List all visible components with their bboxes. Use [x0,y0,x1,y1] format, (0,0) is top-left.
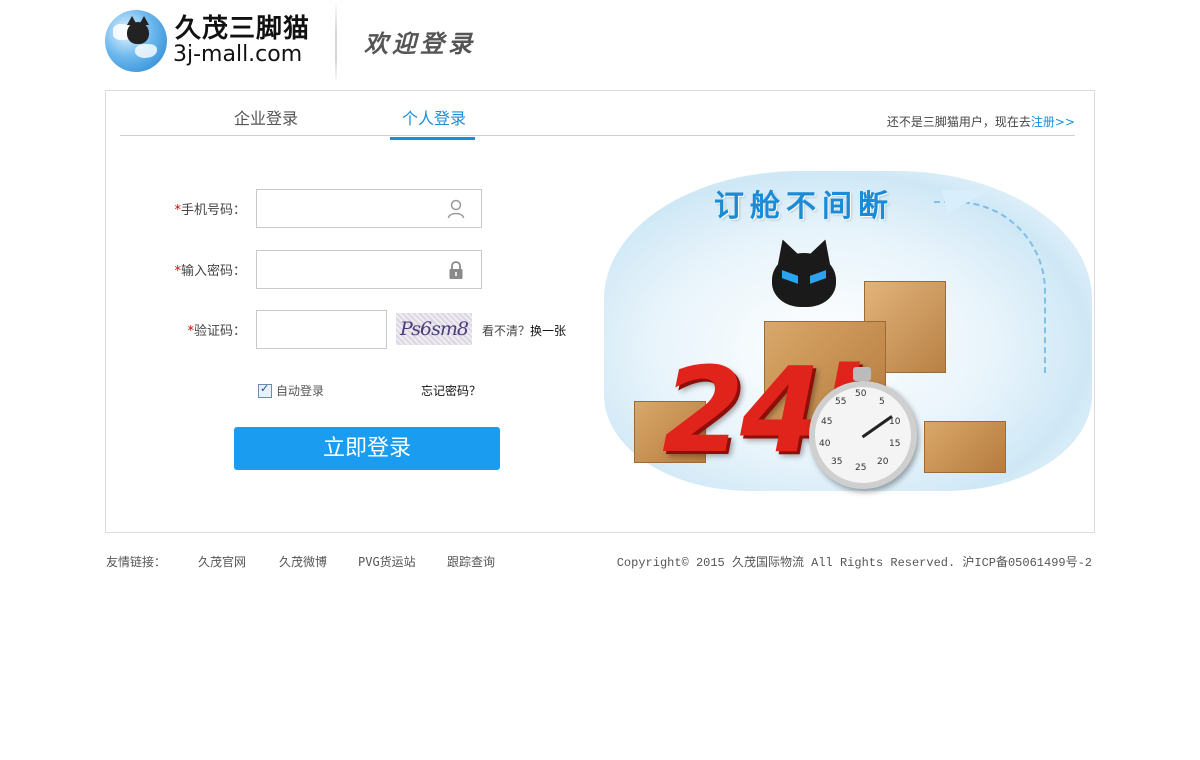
login-options: 自动登录 忘记密码？ [258,381,498,401]
phone-label-text: 手机号码： [180,203,246,218]
logo-chinese-name: 久茂三脚猫 [175,14,311,44]
friend-links-label: 友情链接： [106,555,167,569]
footer-link-weibo[interactable]: 久茂微博 [279,553,327,570]
lock-icon [449,261,463,279]
cardboard-box [924,421,1006,473]
password-field [256,250,482,289]
globe-cat-logo-icon [105,10,167,72]
stopwatch-number: 20 [877,457,889,467]
tab-enterprise-login[interactable]: 企业登录 [234,105,298,137]
login-panel: 企业登录 个人登录 还不是三脚猫用户，现在去注册>> *手机号码： *输入密码： [105,90,1095,533]
footer: 友情链接： 久茂官网 久茂微博 PVG货运站 跟踪查询 Copyright© 2… [105,552,1093,572]
password-label: *输入密码： [174,260,246,279]
auto-login-checkbox[interactable] [258,382,272,398]
banner-slogan: 订舱不间断 [714,189,894,224]
phone-input[interactable] [257,190,453,225]
stopwatch-number: 55 [835,397,847,407]
captcha-refresh-link[interactable]: 换一张 [530,324,566,338]
phone-row: *手机号码： [106,189,586,229]
login-button[interactable]: 立即登录 [234,427,500,470]
page-title: 欢迎登录 [364,29,476,58]
copyright-text: Copyright© 2015 久茂国际物流 All Rights Reserv… [616,556,1092,570]
stopwatch-number: 40 [819,439,831,449]
register-hint: 还不是三脚猫用户，现在去注册>> [887,113,1075,130]
stopwatch-number: 5 [879,397,885,407]
stopwatch-number: 35 [831,457,843,467]
stopwatch-number: 15 [889,439,901,449]
password-label-text: 输入密码： [180,264,246,279]
phone-label: *手机号码： [174,199,246,218]
stopwatch-number: 45 [821,417,833,427]
captcha-label-text: 验证码： [193,324,246,339]
auto-login-label[interactable]: 自动登录 [276,382,324,399]
captcha-label: *验证码： [187,320,246,339]
captcha-input[interactable] [257,311,383,346]
captcha-field [256,310,387,349]
user-icon [447,199,465,219]
register-link[interactable]: 注册>> [1031,115,1075,129]
tab-personal-login[interactable]: 个人登录 [390,105,476,140]
captcha-row: *验证码： Ps6sm8 看不清？换一张 [106,310,586,350]
footer-link-tracking[interactable]: 跟踪查询 [447,553,495,570]
register-hint-text: 还不是三脚猫用户，现在去 [886,115,1031,129]
logo-domain: 3j-mall.com [173,42,303,67]
stopwatch-icon: 50 55 5 10 15 20 25 45 40 35 [809,367,917,489]
footer-link-official-site[interactable]: 久茂官网 [198,553,246,570]
forgot-password-link[interactable]: 忘记密码？ [421,382,481,399]
stopwatch-number: 50 [855,389,867,399]
cat-mascot-icon [772,253,836,307]
promo-banner: 订舱不间断 24h 50 55 5 10 15 20 25 45 40 35 [604,171,1092,491]
header: 久茂三脚猫 3j-mall.com 欢迎登录 [0,0,1200,90]
site-logo[interactable]: 久茂三脚猫 3j-mall.com [105,8,325,74]
captcha-image[interactable]: Ps6sm8 [396,313,472,345]
footer-link-pvg-cargo[interactable]: PVG货运站 [358,553,416,570]
stopwatch-number: 25 [855,463,867,473]
login-tabs: 企业登录 个人登录 还不是三脚猫用户，现在去注册>> [120,91,1075,140]
phone-field [256,189,482,228]
captcha-refresh: 看不清？换一张 [482,322,566,339]
password-input[interactable] [257,251,453,286]
captcha-hint: 看不清？ [482,324,531,338]
password-row: *输入密码： [106,250,586,290]
header-divider [335,0,337,84]
